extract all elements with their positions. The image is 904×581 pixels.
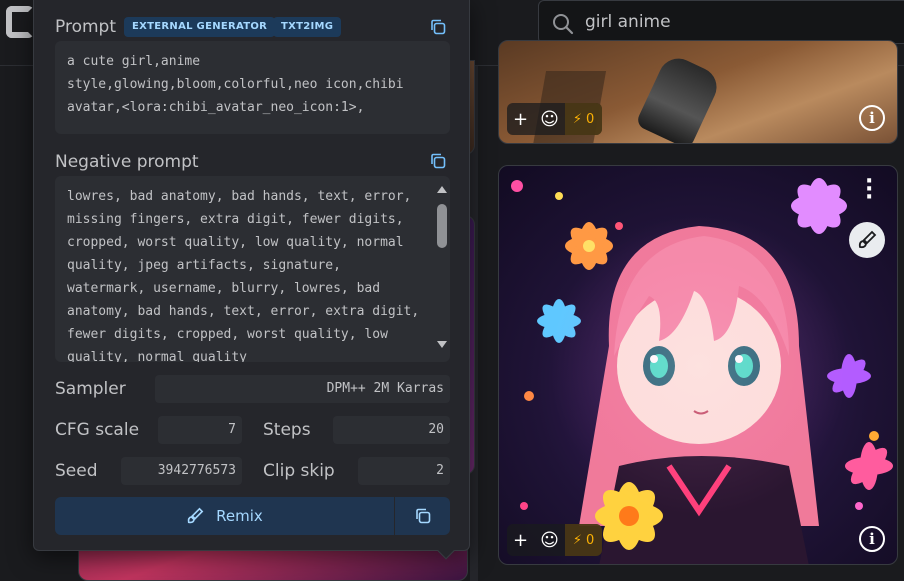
prompt-text: a cute girl,anime style,glowing,bloom,co…	[55, 41, 450, 134]
scroll-up-icon[interactable]	[437, 186, 447, 193]
cfg-scale-value: 7	[158, 416, 242, 444]
gallery-card-top[interactable]: + ☺ ⚡ 0 i	[498, 40, 898, 144]
logo[interactable]	[6, 6, 34, 38]
clip-skip-label: Clip skip	[263, 461, 335, 481]
app: girl anime + ☺ ⚡ 0 i · · · + ☺ ⚡ 0 i Pro…	[0, 0, 904, 581]
sampler-value: DPM++ 2M Karras	[155, 375, 450, 403]
anime-girl-image	[511, 178, 893, 564]
remix-button[interactable]: Remix	[55, 497, 394, 535]
search-icon	[553, 14, 574, 35]
scroll-down-icon[interactable]	[437, 341, 447, 348]
scroll-thumb[interactable]	[437, 204, 447, 248]
external-generator-badge: EXTERNAL GENERATOR	[124, 17, 276, 37]
generation-data-panel: Prompt EXTERNAL GENERATOR TXT2IMG a cute…	[33, 0, 470, 560]
search-input[interactable]: girl anime	[585, 12, 671, 32]
left-gutter	[0, 66, 33, 581]
negative-prompt-title: Negative prompt	[55, 152, 199, 172]
plus-icon[interactable]: +	[507, 103, 534, 135]
bolt-icon: ⚡	[572, 111, 582, 127]
smile-icon[interactable]: ☺	[534, 524, 565, 556]
negative-prompt-content: lowres, bad anatomy, bad hands, text, er…	[67, 189, 420, 362]
clip-skip-value: 2	[358, 457, 450, 485]
search-bar[interactable]: girl anime	[538, 0, 904, 44]
copy-icon[interactable]	[430, 19, 446, 35]
brush-icon[interactable]	[849, 222, 885, 258]
txt2img-badge: TXT2IMG	[273, 17, 342, 37]
tip-button[interactable]: ⚡ 0	[564, 103, 603, 135]
copy-icon[interactable]	[430, 153, 446, 169]
reaction-bar: + ☺ ⚡ 0	[507, 524, 603, 556]
image-detail	[634, 52, 724, 143]
copy-generation-button[interactable]	[395, 497, 450, 535]
reaction-bar: + ☺ ⚡ 0	[507, 103, 603, 135]
copy-icon	[415, 508, 430, 524]
brush-icon	[187, 507, 204, 524]
remix-label: Remix	[216, 507, 263, 525]
sampler-label: Sampler	[55, 379, 126, 399]
seed-label: Seed	[55, 461, 98, 481]
smile-icon[interactable]: ☺	[534, 103, 565, 135]
negative-prompt-text: lowres, bad anatomy, bad hands, text, er…	[55, 176, 450, 362]
steps-label: Steps	[263, 420, 311, 440]
seed-value: 3942776573	[121, 457, 242, 485]
kebab-icon[interactable]: · · ·	[865, 171, 873, 209]
tip-count: 0	[586, 111, 595, 127]
info-icon[interactable]: i	[859, 105, 885, 131]
bolt-icon: ⚡	[572, 532, 582, 548]
gallery-card-main[interactable]: · · · + ☺ ⚡ 0 i	[498, 165, 898, 565]
cfg-scale-label: CFG scale	[55, 420, 140, 440]
steps-value: 20	[333, 416, 450, 444]
tip-button[interactable]: ⚡ 0	[564, 524, 603, 556]
tip-count: 0	[586, 532, 595, 548]
prompt-title: Prompt	[55, 17, 116, 37]
scrollbar[interactable]	[436, 184, 448, 354]
info-icon[interactable]: i	[859, 526, 885, 552]
plus-icon[interactable]: +	[507, 524, 534, 556]
